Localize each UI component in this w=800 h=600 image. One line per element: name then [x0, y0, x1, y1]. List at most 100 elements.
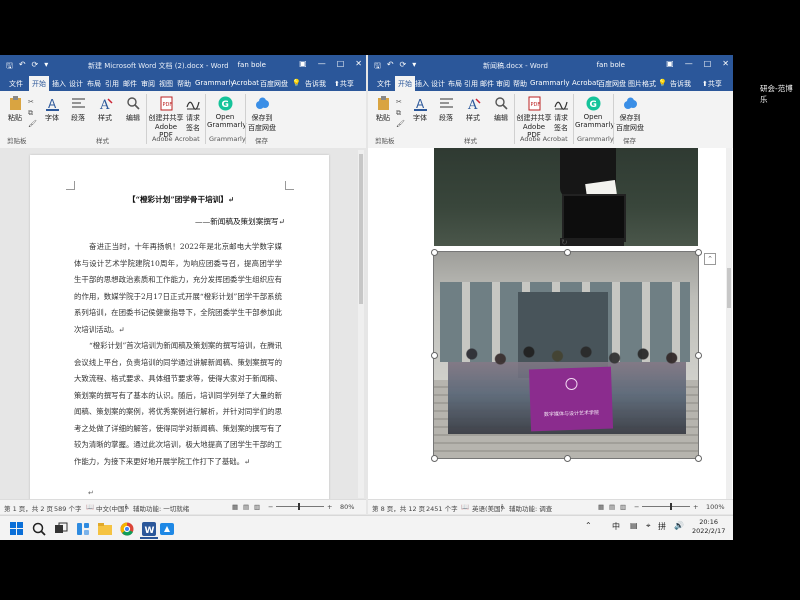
layout-options-icon[interactable]: ⌃ — [704, 253, 716, 265]
zoom-in-icon[interactable]: + — [327, 503, 332, 511]
tab-references[interactable]: 引用 — [105, 79, 119, 89]
video-app-icon[interactable] — [160, 521, 174, 535]
zoom-slider-thumb[interactable] — [298, 503, 300, 510]
volume-icon[interactable]: 🔊 — [674, 521, 684, 530]
redo-icon[interactable]: ⟳ — [400, 60, 407, 74]
zoom-slider[interactable] — [642, 506, 690, 507]
create-pdf-button[interactable]: PDF 创建并共享 Adobe PDF — [148, 96, 184, 139]
page-count[interactable]: 第 1 页，共 2 页 — [4, 503, 53, 513]
user-name[interactable]: fan bole — [238, 61, 266, 69]
tab-baidu[interactable]: 百度网盘 — [598, 79, 626, 89]
share-button[interactable]: ⬆共享 — [702, 79, 722, 89]
paragraph-button[interactable]: 段落 — [435, 96, 457, 123]
lightbulb-icon[interactable]: 💡 — [658, 79, 667, 87]
tell-me-search[interactable]: 告诉我 — [670, 79, 691, 89]
format-painter-icon[interactable]: 🖌 — [28, 119, 37, 130]
save-to-baidu-button[interactable]: 保存到 百度网盘 — [247, 96, 277, 133]
selection-handle[interactable] — [695, 249, 702, 256]
copy-icon[interactable]: ⧉ — [396, 108, 405, 119]
tell-me-search[interactable]: 告诉我 — [305, 79, 326, 89]
editing-button[interactable]: 编辑 — [490, 96, 512, 123]
language[interactable]: 英语(美国) — [472, 503, 503, 513]
share-button[interactable]: ⬆共享 — [334, 79, 354, 89]
tab-insert[interactable]: 插入 — [415, 79, 429, 89]
styles-button[interactable]: A 样式 — [94, 96, 116, 123]
zoom-out-icon[interactable]: − — [268, 503, 273, 511]
maximize-icon[interactable]: □ — [337, 59, 345, 68]
tab-references[interactable]: 引用 — [464, 79, 478, 89]
wifi-icon[interactable]: ⌖ — [646, 521, 651, 531]
tab-acrobat[interactable]: Acrobat — [232, 79, 259, 87]
tab-grammarly[interactable]: Grammarly — [195, 79, 234, 87]
ribbon-display-icon[interactable]: ▣ — [299, 59, 307, 68]
scrollbar-thumb[interactable] — [727, 268, 731, 308]
ime-mode[interactable]: 中 — [612, 521, 620, 532]
minimize-icon[interactable]: — — [318, 59, 326, 68]
tab-mailings[interactable]: 邮件 — [123, 79, 137, 89]
tab-review[interactable]: 审阅 — [496, 79, 510, 89]
tab-file[interactable]: 文件 — [377, 79, 391, 89]
search-icon[interactable] — [32, 521, 46, 536]
zoom-level[interactable]: 80% — [340, 503, 354, 511]
read-mode-icon[interactable]: ▤ — [609, 503, 615, 511]
customize-icon[interactable]: ▾ — [44, 60, 48, 74]
font-button[interactable]: A 字体 — [41, 96, 63, 123]
tab-view[interactable]: 视图 — [159, 79, 173, 89]
selection-handle[interactable] — [431, 455, 438, 462]
selection-handle[interactable] — [564, 249, 571, 256]
ribbon-display-icon[interactable]: ▣ — [666, 59, 674, 68]
tab-design[interactable]: 设计 — [69, 79, 83, 89]
zoom-level[interactable]: 100% — [706, 503, 725, 511]
paste-button[interactable]: 粘贴 — [373, 96, 393, 123]
open-grammarly-button[interactable]: G Open Grammarly — [575, 96, 614, 129]
word-app-icon[interactable]: W — [142, 521, 156, 536]
create-pdf-button[interactable]: PDF 创建并共享 Adobe PDF — [516, 96, 552, 139]
tab-insert[interactable]: 插入 — [52, 79, 66, 89]
web-layout-icon[interactable]: ▥ — [620, 503, 626, 511]
lightbulb-icon[interactable]: 💡 — [292, 79, 301, 87]
tab-design[interactable]: 设计 — [431, 79, 445, 89]
selection-handle[interactable] — [431, 352, 438, 359]
selection-handle[interactable] — [564, 455, 571, 462]
format-painter-icon[interactable]: 🖌 — [396, 119, 405, 130]
word-count[interactable]: 2451 个字 — [426, 503, 458, 513]
word-count[interactable]: 589 个字 — [54, 503, 81, 513]
focus-mode-icon[interactable]: ▦ — [598, 503, 604, 511]
tab-home[interactable]: 开始 — [29, 76, 49, 91]
document-area[interactable]: 数字媒体与设计艺术学院 ↻ ⌃ — [368, 148, 733, 500]
tab-help[interactable]: 帮助 — [513, 79, 527, 89]
task-view-icon[interactable] — [54, 521, 68, 535]
start-icon[interactable] — [10, 521, 24, 535]
scrollbar-thumb[interactable] — [359, 154, 363, 304]
vertical-scrollbar[interactable] — [726, 148, 732, 500]
chrome-icon[interactable] — [120, 521, 134, 536]
selection-handle[interactable] — [695, 455, 702, 462]
font-button[interactable]: A 字体 — [409, 96, 431, 123]
close-icon[interactable]: ✕ — [722, 59, 729, 68]
tab-layout[interactable]: 布局 — [448, 79, 462, 89]
tab-review[interactable]: 审阅 — [141, 79, 155, 89]
tab-help[interactable]: 帮助 — [177, 79, 191, 89]
save-to-baidu-button[interactable]: 保存到 百度网盘 — [615, 96, 645, 133]
zoom-out-icon[interactable]: − — [634, 503, 639, 511]
save-icon[interactable]: 🖫 — [6, 60, 13, 74]
tab-baidu[interactable]: 百度网盘 — [260, 79, 288, 89]
maximize-icon[interactable]: □ — [704, 59, 712, 68]
ime-layout-icon[interactable]: ▤ — [630, 521, 638, 530]
customize-icon[interactable]: ▾ — [412, 60, 416, 74]
tab-acrobat[interactable]: Acrobat — [572, 79, 599, 87]
close-icon[interactable]: ✕ — [355, 59, 362, 68]
selection-handle[interactable] — [431, 249, 438, 256]
editing-button[interactable]: 编辑 — [122, 96, 144, 123]
copy-icon[interactable]: ⧉ — [28, 108, 37, 119]
redo-icon[interactable]: ⟳ — [32, 60, 39, 74]
document-area[interactable]: 【“橙彩计划”团学骨干培训】↵ ——新闻稿及策划案撰写↵ 奋进正当时，十年再扬帆… — [0, 148, 366, 500]
styles-button[interactable]: A 样式 — [462, 96, 484, 123]
ime-pinyin[interactable]: 拼 — [658, 521, 666, 532]
cut-icon[interactable]: ✂ — [28, 97, 37, 108]
paste-button[interactable]: 粘贴 — [5, 96, 25, 123]
request-sign-button[interactable]: 请求 签名 — [552, 96, 570, 133]
tab-home[interactable]: 开始 — [395, 76, 415, 91]
focus-mode-icon[interactable]: ▦ — [232, 503, 238, 511]
tab-layout[interactable]: 布局 — [87, 79, 101, 89]
